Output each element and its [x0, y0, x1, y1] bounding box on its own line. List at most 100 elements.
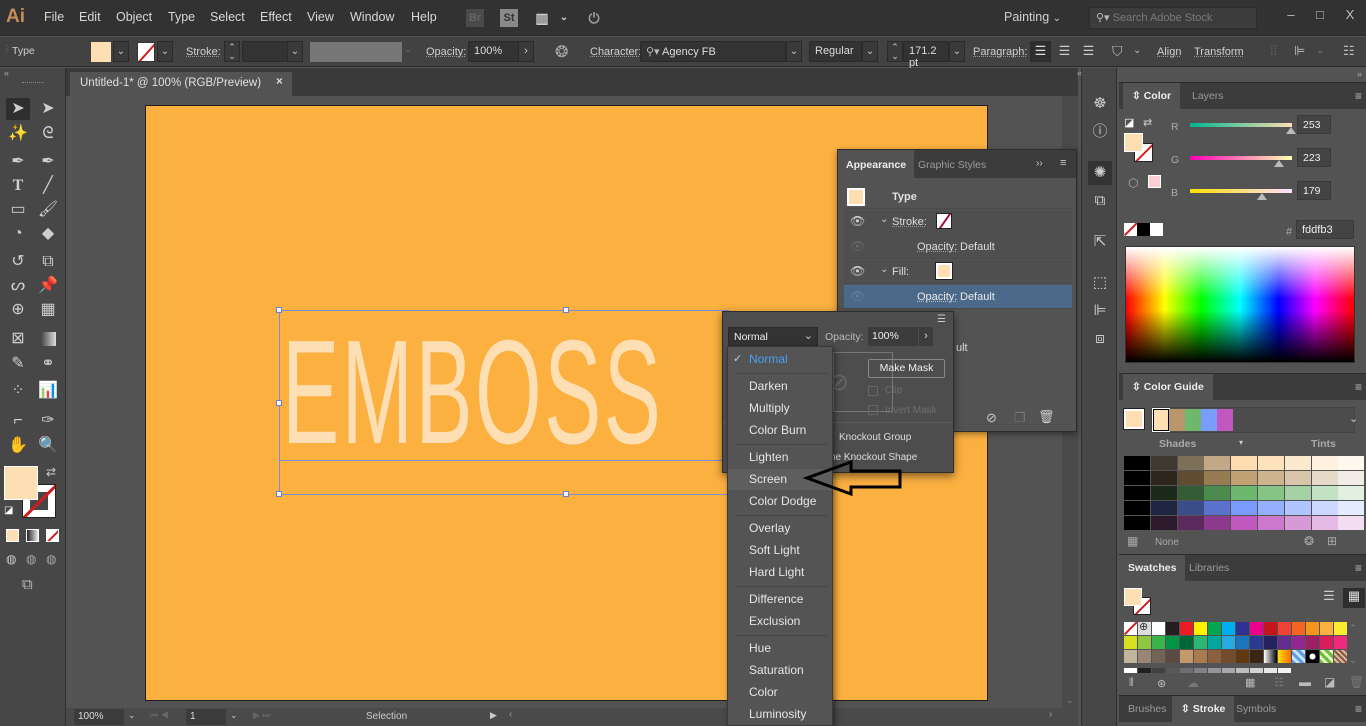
new-color-group-icon[interactable]: ▬ — [1299, 675, 1311, 689]
guide-swatch[interactable] — [1258, 471, 1284, 485]
panel-menu-icon[interactable]: ≡ — [1355, 380, 1362, 394]
shaper-tool-icon[interactable]: ◔ — [6, 223, 30, 245]
guide-swatch[interactable] — [1338, 471, 1365, 485]
list-view-button[interactable]: ☰ — [1319, 588, 1339, 608]
color-swatch[interactable] — [1166, 668, 1179, 673]
font-family-dropdown[interactable]: ⌄ — [786, 41, 802, 62]
font-family-input[interactable]: ⚲▾ Agency FB — [640, 41, 786, 62]
appearance-stroke-opacity-row[interactable]: 👁 Opacity: Default — [844, 235, 1072, 259]
blend-mode-select[interactable]: Normal ⌄ — [728, 327, 818, 346]
guide-swatch[interactable] — [1231, 516, 1258, 530]
harmony-dropdown[interactable]: ⌄ — [1349, 412, 1358, 425]
edit-colors-icon[interactable]: ❂ — [1304, 534, 1314, 548]
clip-checkbox[interactable] — [868, 386, 878, 396]
color-swatch[interactable] — [1334, 636, 1347, 649]
font-size-stepper[interactable]: ⌃ ⌄ — [887, 41, 903, 62]
delete-item-icon[interactable]: 🗑 — [1038, 409, 1055, 425]
none-color-button[interactable] — [1124, 223, 1137, 236]
channel-slider-b[interactable] — [1190, 189, 1292, 193]
fill-color-swatch[interactable] — [1124, 133, 1143, 152]
warp-tool-icon[interactable]: ᔕ — [6, 275, 30, 297]
select-similar-icon[interactable]: ⊫ — [1294, 43, 1305, 59]
guide-swatch[interactable] — [1150, 516, 1177, 530]
panel-menu-icon[interactable]: ≡ — [1355, 89, 1362, 103]
color-swatch[interactable] — [1320, 650, 1333, 663]
color-swatch[interactable] — [1124, 650, 1137, 663]
harmony-swatch[interactable] — [1185, 409, 1201, 431]
stroke-swatch[interactable] — [137, 42, 155, 62]
fill-swatch[interactable] — [935, 262, 953, 280]
magic-wand-tool-icon[interactable]: ✨ — [6, 123, 30, 145]
chevron-down-icon[interactable]: ⌄ — [555, 9, 573, 27]
artboard-dropdown[interactable]: ⌄ — [230, 710, 238, 721]
tab-color[interactable]: ⇳ Color — [1123, 83, 1181, 109]
guide-swatch[interactable] — [1338, 456, 1365, 470]
resize-handle[interactable] — [276, 400, 282, 406]
color-swatch[interactable] — [1152, 622, 1165, 635]
guide-swatch[interactable] — [1231, 456, 1258, 470]
color-panel-icon[interactable]: ✺ — [1088, 161, 1112, 185]
rotate-tool-icon[interactable]: ↺ — [6, 251, 30, 273]
chevron-down-icon[interactable]: ⌄ — [880, 264, 888, 275]
guide-swatch[interactable] — [1284, 471, 1311, 485]
control-bar-menu-icon[interactable]: ☷ — [1343, 43, 1355, 59]
guide-swatch[interactable] — [1150, 501, 1177, 515]
curvature-tool-icon[interactable]: ✒ — [36, 151, 60, 173]
color-swatch[interactable] — [1152, 668, 1165, 673]
stroke-dropdown[interactable]: ⌄ — [157, 41, 173, 62]
color-swatch[interactable] — [1138, 636, 1151, 649]
color-swatch[interactable] — [1236, 650, 1249, 663]
guide-swatch[interactable] — [1231, 471, 1258, 485]
guide-swatch[interactable] — [1204, 486, 1231, 500]
eye-icon[interactable]: 👁 — [850, 289, 865, 303]
guide-swatch[interactable] — [1177, 516, 1204, 530]
guide-swatch[interactable] — [1204, 516, 1231, 530]
type-tool-icon[interactable]: T — [6, 175, 30, 197]
swatch-libraries-icon[interactable]: ⫴ — [1129, 677, 1134, 690]
zoom-level-input[interactable]: 100% — [74, 709, 124, 725]
stroke-weight-dropdown[interactable]: ⌄ — [287, 41, 303, 62]
color-swatch[interactable] — [1278, 650, 1291, 663]
guide-swatch[interactable] — [1311, 456, 1338, 470]
blend-tool-icon[interactable]: ⚭ — [36, 353, 60, 375]
color-swatch[interactable] — [1306, 636, 1319, 649]
blend-option-color[interactable]: Color — [728, 682, 832, 703]
new-swatch-icon[interactable]: ◪ — [1324, 675, 1335, 689]
guide-swatch[interactable] — [1177, 471, 1204, 485]
blend-option-soft-light[interactable]: Soft Light — [728, 540, 832, 561]
color-swatch[interactable] — [1208, 650, 1221, 663]
stroke-label[interactable]: Stroke: — [892, 216, 927, 228]
blend-option-color-burn[interactable]: Color Burn — [728, 420, 832, 441]
align-icon[interactable]: ⊫ — [1088, 299, 1112, 323]
character-label[interactable]: Character: — [590, 46, 641, 58]
appearance-fill-opacity-row[interactable]: 👁 Opacity: Default — [844, 285, 1072, 309]
stroke-weight-stepper[interactable]: ⌃ ⌄ — [224, 41, 240, 62]
guide-swatch[interactable] — [1311, 516, 1338, 530]
harmony-swatch[interactable] — [1217, 409, 1233, 431]
eraser-tool-icon[interactable]: ◆ — [36, 223, 60, 245]
color-swatch[interactable] — [1334, 650, 1347, 663]
opacity-label[interactable]: Opacity: — [917, 291, 957, 303]
invert-mask-checkbox[interactable] — [868, 405, 878, 415]
tab-layers[interactable]: Layers — [1183, 83, 1233, 109]
menu-object[interactable]: Object — [116, 10, 152, 24]
color-swatch[interactable] — [1222, 668, 1235, 673]
align-center-button[interactable]: ☰ — [1054, 41, 1075, 62]
eyedropper-tool-icon[interactable]: ✎ — [6, 353, 30, 375]
registration-swatch[interactable]: ⊕ — [1138, 622, 1151, 635]
clear-appearance-icon[interactable]: ⊘ — [986, 410, 997, 426]
export-icon[interactable]: ⇱ — [1088, 230, 1112, 254]
color-swatch[interactable] — [1194, 668, 1207, 673]
color-swatch[interactable] — [1264, 668, 1277, 673]
close-window-button[interactable]: X — [1335, 4, 1365, 26]
zoom-dropdown[interactable]: ⌄ — [128, 710, 136, 721]
guide-swatch[interactable] — [1258, 456, 1284, 470]
slider-thumb[interactable] — [1274, 160, 1285, 167]
color-swatch[interactable] — [1250, 622, 1263, 635]
hex-input[interactable]: fddfb3 — [1296, 220, 1354, 239]
guide-swatch[interactable] — [1150, 456, 1177, 470]
align-left-button[interactable]: ☰ — [1030, 41, 1051, 62]
swatch-options-icon[interactable]: ▦ — [1245, 676, 1255, 689]
blend-option-exclusion[interactable]: Exclusion — [728, 611, 832, 632]
expand-icon[interactable]: » — [1357, 69, 1362, 79]
